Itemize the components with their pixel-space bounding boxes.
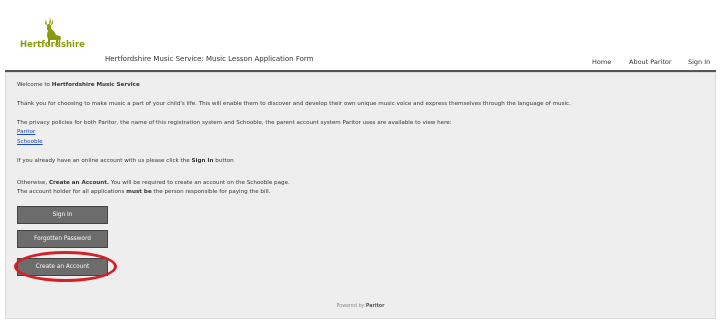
page-header: Hertfordshire Hertfordshire Music Servic… bbox=[0, 0, 721, 72]
logo-text: Hertfordshire bbox=[20, 40, 85, 50]
signin-instruction: If you already have an online account wi… bbox=[17, 158, 234, 164]
footer: Powered by Paritor bbox=[336, 304, 385, 309]
sign-in-button[interactable]: Sign In bbox=[17, 206, 108, 224]
nav-about-paritor[interactable]: About Paritor bbox=[629, 58, 672, 66]
welcome-line: Welcome to Hertfordshire Music Service bbox=[17, 82, 140, 88]
forgotten-password-button[interactable]: Forgotten Password bbox=[17, 230, 108, 248]
otherwise-instruction: Otherwise, Create an Account. You will b… bbox=[17, 180, 290, 186]
schooble-link[interactable]: Schooble bbox=[17, 139, 43, 145]
nav-home[interactable]: Home bbox=[592, 58, 611, 66]
main-panel: Welcome to Hertfordshire Music Service T… bbox=[5, 72, 716, 319]
nav-sign-in[interactable]: Sign In bbox=[688, 58, 710, 66]
privacy-text: The privacy policies for both Paritor, t… bbox=[17, 120, 452, 126]
intro-text: Thank you for choosing to make music a p… bbox=[17, 101, 571, 107]
highlight-ring bbox=[14, 251, 117, 282]
paritor-link[interactable]: Paritor bbox=[17, 129, 35, 135]
account-holder-note: The account holder for all applications … bbox=[17, 189, 271, 195]
page-title: Hertfordshire Music Service: Music Lesso… bbox=[105, 55, 314, 63]
